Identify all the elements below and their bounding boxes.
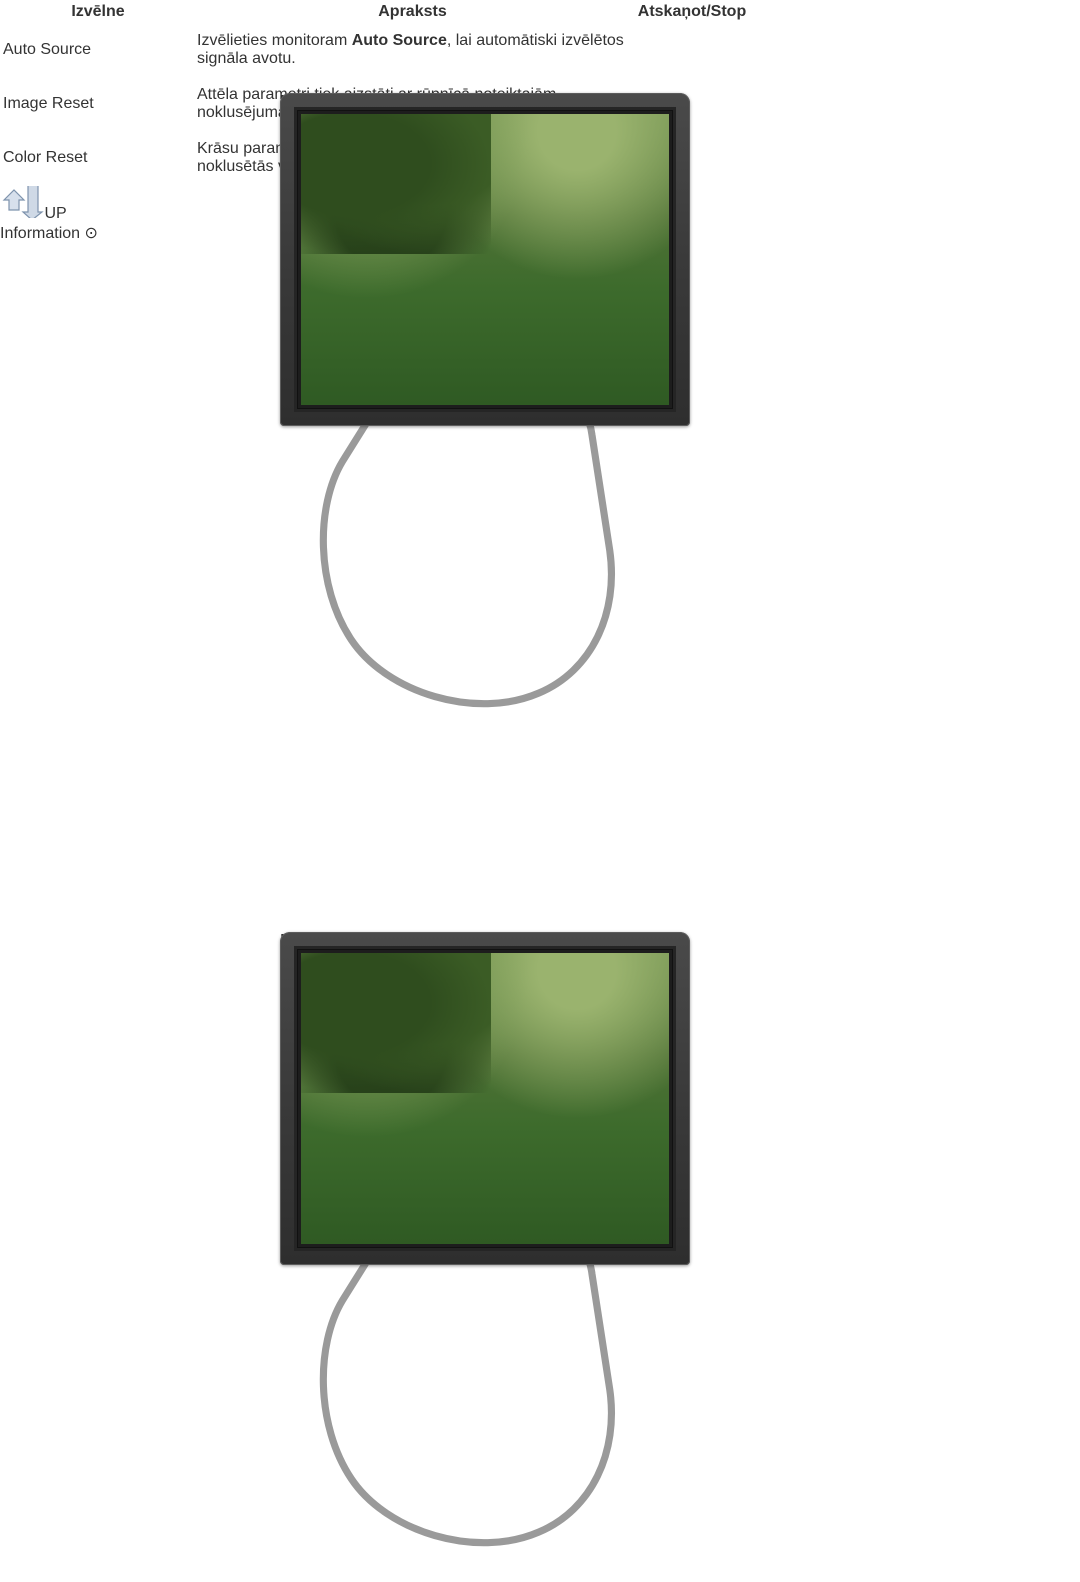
table-row: Auto Source Izvēlieties monitoram Auto S… bbox=[2, 24, 753, 76]
monitor-illustration-top: MENU −/+ ☼ ⊡ AUTO ⏻ bbox=[280, 93, 690, 708]
row-menu-label: Image Reset bbox=[3, 95, 94, 112]
row-menu-label: Auto Source bbox=[3, 41, 92, 58]
page-root: MENU −/+ ☼ ⊡ AUTO ⏻ Izvēlne Apraksts Ats… bbox=[0, 0, 1080, 1547]
monitor-screen bbox=[301, 114, 669, 405]
row-playstop-icons bbox=[631, 24, 753, 76]
table-header-row: Izvēlne Apraksts Atskaņot/Stop bbox=[2, 2, 753, 22]
up-button-label: UP bbox=[44, 205, 67, 222]
table-header-playstop: Atskaņot/Stop bbox=[637, 3, 747, 20]
row-menu-label: Color Reset bbox=[3, 149, 88, 166]
desc-text-bold: Auto Source bbox=[351, 32, 447, 49]
row-description: Izvēlieties monitoram Auto Source, lai a… bbox=[196, 24, 629, 76]
screen-photo bbox=[301, 114, 669, 405]
table-header-menu: Izvēlne bbox=[71, 3, 125, 20]
monitor-screen bbox=[301, 953, 669, 1244]
monitor-illustration-bottom: MENU −/+ ☼ ⊡ AUTO ⏻ bbox=[280, 932, 690, 1547]
screen-photo bbox=[301, 953, 669, 1244]
table-header-description: Apraksts bbox=[378, 3, 447, 20]
page-title: Information bbox=[0, 225, 81, 242]
info-osd-icon: ⊙ bbox=[84, 225, 98, 242]
desc-text-pre: Izvēlieties monitoram bbox=[197, 32, 352, 49]
